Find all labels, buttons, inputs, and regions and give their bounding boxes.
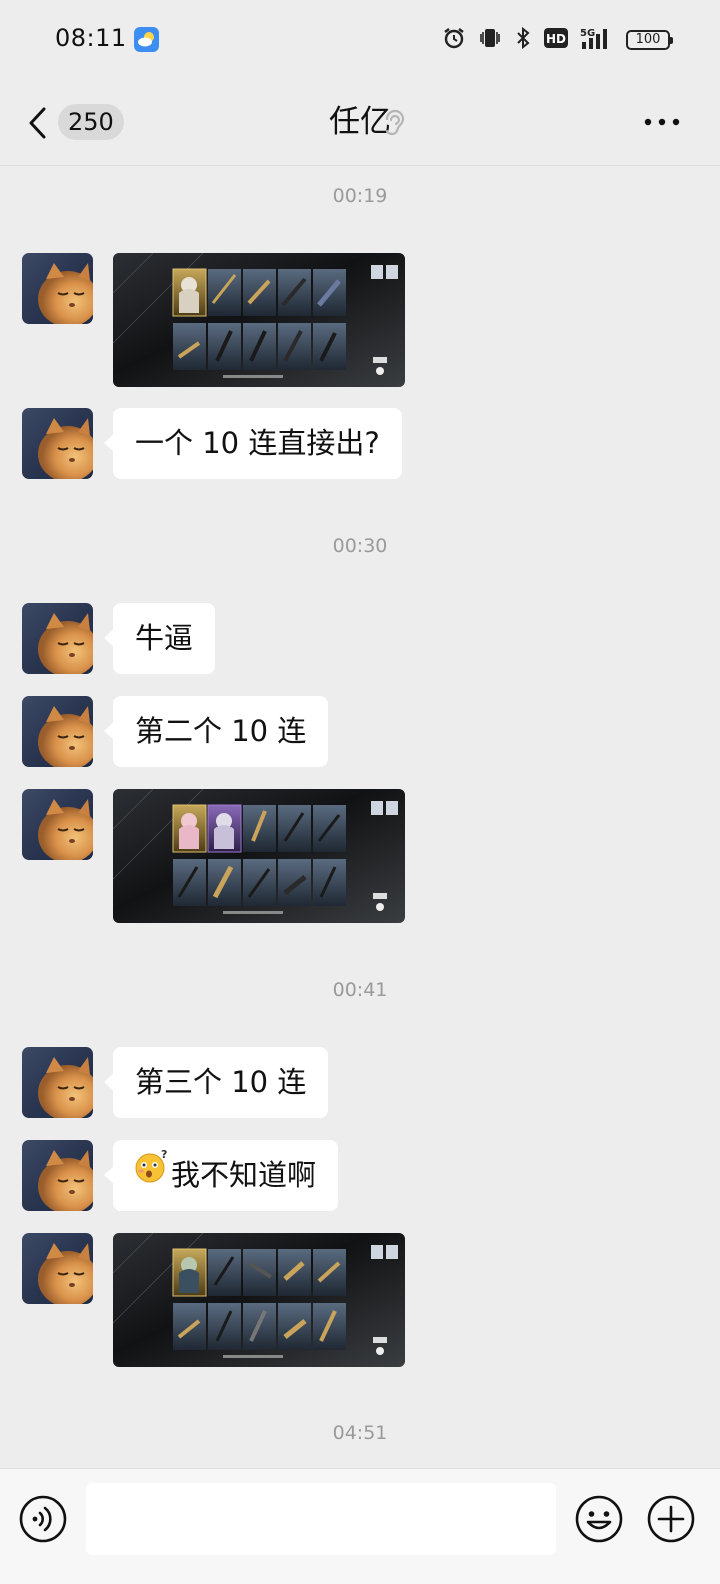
text-message-bubble[interactable]: 第二个 10 连 <box>103 696 329 767</box>
chat-title: 任亿 <box>329 104 391 140</box>
text-message-bubble[interactable]: 第三个 10 连 <box>103 1047 329 1118</box>
avatar[interactable] <box>22 696 93 767</box>
avatar[interactable] <box>22 1140 93 1211</box>
text-message-content: 我不知道啊 <box>171 1158 317 1192</box>
avatar[interactable] <box>22 1047 93 1118</box>
battery-indicator: 100 <box>626 30 673 50</box>
vibrate-icon <box>478 26 502 54</box>
image-message[interactable] <box>113 789 405 923</box>
text-message-bubble[interactable]: ? 我不知道啊 <box>103 1139 339 1211</box>
svg-text:?: ? <box>161 1148 167 1161</box>
emoji-button[interactable] <box>574 1494 624 1548</box>
confused-emoji-icon: ? <box>133 1139 169 1210</box>
avatar[interactable] <box>22 253 93 324</box>
svg-text:HD: HD <box>546 32 566 46</box>
ear-mode-icon <box>381 107 407 141</box>
bluetooth-icon <box>514 26 532 54</box>
svg-text:5G: 5G <box>580 28 595 39</box>
image-message[interactable] <box>113 253 405 387</box>
hd-icon: HD <box>544 27 568 53</box>
message-timestamp: 00:30 <box>332 535 388 557</box>
avatar[interactable] <box>22 603 93 674</box>
avatar[interactable] <box>22 408 93 479</box>
chat-header: 250 任亿 <box>0 80 720 166</box>
avatar[interactable] <box>22 1233 93 1304</box>
chat-input-bar <box>0 1468 720 1584</box>
text-message-bubble[interactable]: 牛逼 <box>103 603 216 674</box>
message-timestamp: 00:19 <box>332 185 388 207</box>
status-time: 08:11 <box>55 24 127 52</box>
status-bar: 08:11 HD 5G 100 <box>0 0 720 80</box>
message-timestamp: 04:51 <box>332 1422 388 1444</box>
message-input[interactable] <box>86 1483 556 1555</box>
alarm-icon <box>442 26 466 54</box>
text-message-bubble[interactable]: 一个 10 连直接出? <box>104 408 402 479</box>
weather-icon <box>134 27 159 56</box>
avatar[interactable] <box>22 789 93 860</box>
message-timestamp: 00:41 <box>332 979 388 1001</box>
voice-input-button[interactable] <box>18 1494 68 1548</box>
more-functions-button[interactable] <box>646 1494 696 1548</box>
image-message[interactable] <box>113 1233 405 1367</box>
signal-5g-icon: 5G <box>580 26 614 54</box>
more-options-button[interactable] <box>642 110 682 134</box>
status-icons: HD 5G 100 <box>442 26 673 54</box>
